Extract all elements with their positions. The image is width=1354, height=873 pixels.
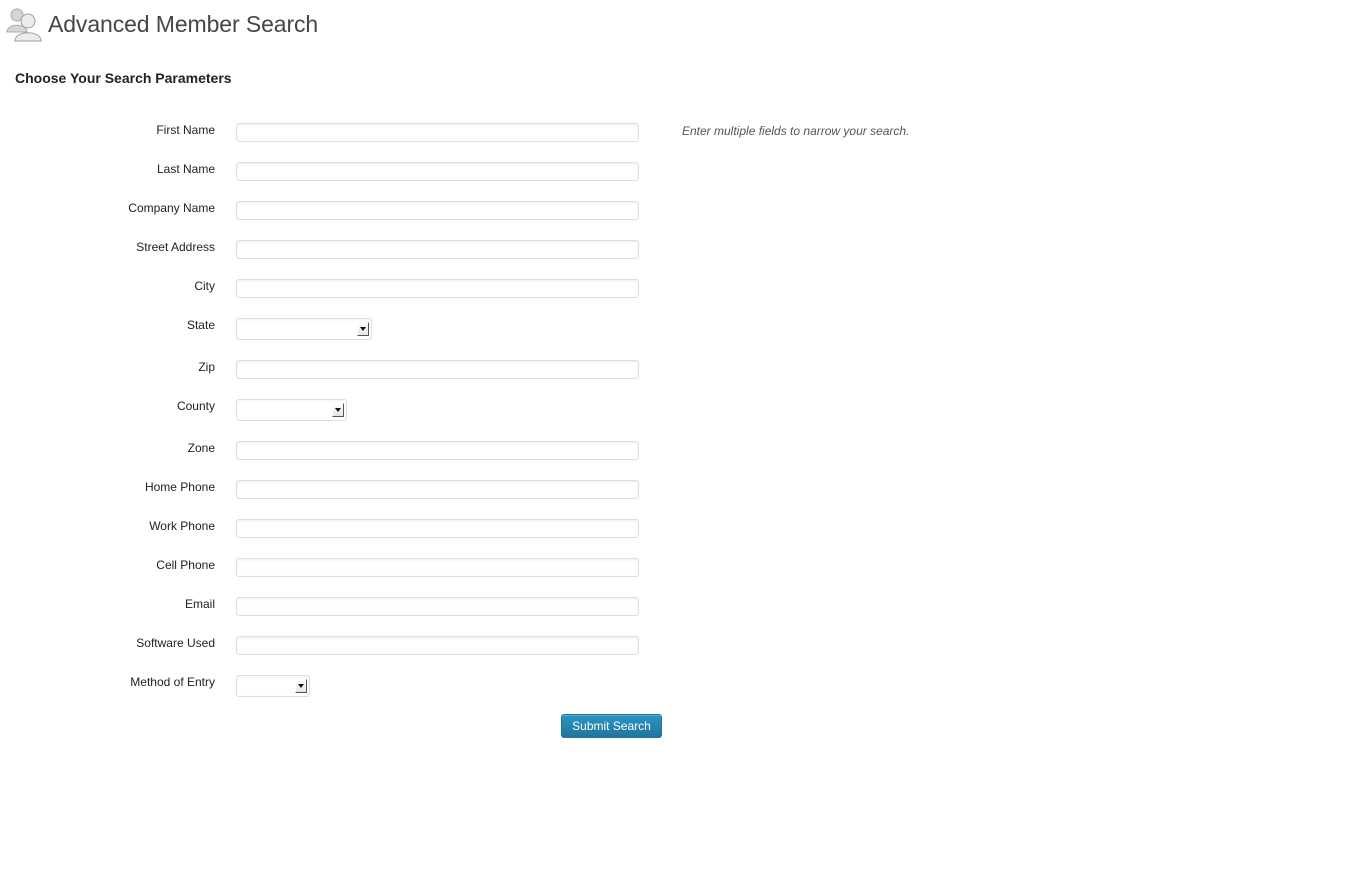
chevron-down-icon bbox=[357, 322, 369, 336]
section-title: Choose Your Search Parameters bbox=[15, 70, 232, 86]
work-phone-input[interactable] bbox=[236, 519, 639, 538]
submit-search-button[interactable]: Submit Search bbox=[561, 714, 662, 738]
last-name-label: Last Name bbox=[156, 162, 215, 176]
company-name-label: Company Name bbox=[128, 201, 215, 215]
email-label: Email bbox=[184, 597, 215, 611]
search-hint: Enter multiple fields to narrow your sea… bbox=[682, 124, 910, 138]
cell-phone-input[interactable] bbox=[236, 558, 639, 577]
street-address-label: Street Address bbox=[136, 240, 215, 254]
state-label: State bbox=[186, 318, 215, 332]
county-select[interactable] bbox=[236, 399, 347, 421]
county-label: County bbox=[176, 399, 215, 413]
advanced-member-search-page: Advanced Member Search Choose Your Searc… bbox=[0, 0, 1354, 873]
state-select[interactable] bbox=[236, 318, 372, 340]
work-phone-label: Work Phone bbox=[149, 519, 215, 533]
home-phone-input[interactable] bbox=[236, 480, 639, 499]
chevron-down-icon bbox=[332, 403, 344, 417]
zone-input[interactable] bbox=[236, 441, 639, 460]
city-input[interactable] bbox=[236, 279, 639, 298]
first-name-label: First Name bbox=[156, 123, 215, 137]
page-title: Advanced Member Search bbox=[48, 10, 319, 37]
users-icon bbox=[6, 8, 42, 42]
first-name-input[interactable] bbox=[236, 123, 639, 142]
software-used-label: Software Used bbox=[136, 636, 215, 650]
software-used-input[interactable] bbox=[236, 636, 639, 655]
zip-label: Zip bbox=[198, 360, 215, 374]
method-of-entry-select[interactable] bbox=[236, 675, 310, 697]
zone-label: Zone bbox=[187, 441, 215, 455]
page-header: Advanced Member Search bbox=[6, 6, 318, 42]
email-input[interactable] bbox=[236, 597, 639, 616]
city-label: City bbox=[194, 279, 215, 293]
home-phone-label: Home Phone bbox=[144, 480, 215, 494]
company-name-input[interactable] bbox=[236, 201, 639, 220]
method-of-entry-label: Method of Entry bbox=[130, 675, 215, 689]
cell-phone-label: Cell Phone bbox=[156, 558, 215, 572]
street-address-input[interactable] bbox=[236, 240, 639, 259]
chevron-down-icon bbox=[295, 679, 307, 693]
last-name-input[interactable] bbox=[236, 162, 639, 181]
zip-input[interactable] bbox=[236, 360, 639, 379]
